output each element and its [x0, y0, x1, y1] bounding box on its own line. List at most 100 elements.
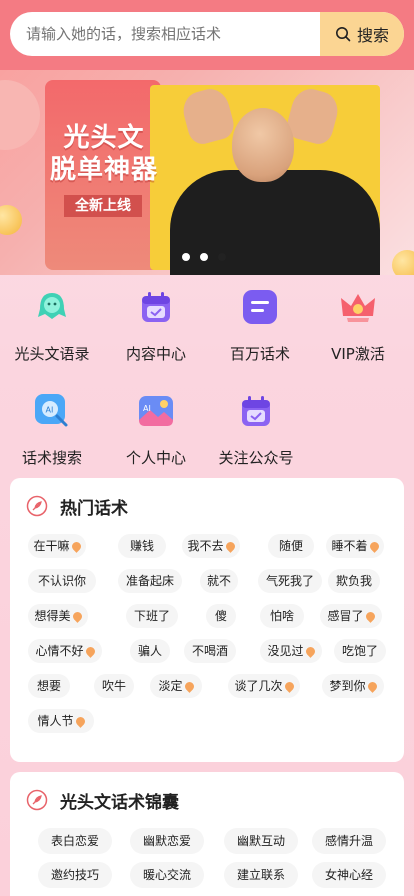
svg-text:AI: AI [143, 404, 151, 413]
hot-tag[interactable]: 淡定 [150, 674, 202, 698]
hot-tag[interactable]: 吹牛 [94, 674, 134, 698]
kit-tag[interactable]: 女神心经 [312, 862, 386, 888]
carousel-dot-active[interactable] [218, 253, 226, 261]
tag-label: 梦到你 [329, 679, 366, 693]
flame-icon [83, 645, 97, 658]
hot-tag[interactable]: 吃饱了 [334, 639, 386, 663]
hot-tag[interactable]: 我不去 [182, 534, 240, 558]
kit-tag[interactable]: 感情升温 [312, 828, 386, 854]
feature-script-search[interactable]: AI 话术搜索 [0, 389, 104, 468]
hot-tag[interactable]: 骗人 [130, 639, 170, 663]
hot-tag[interactable]: 怕啥 [260, 604, 304, 628]
feature-label: 话术搜索 [21, 449, 82, 467]
voice-mascot-icon [30, 285, 74, 329]
hot-tag[interactable]: 傻 [206, 604, 236, 628]
tag-label: 怕啥 [269, 609, 294, 623]
hot-tag[interactable]: 赚钱 [118, 534, 166, 558]
carousel-dot[interactable] [182, 253, 190, 261]
ai-search-icon: AI [30, 389, 74, 433]
kit-tag[interactable]: 邀约技巧 [38, 862, 112, 888]
tag-label: 就不 [206, 574, 231, 588]
flame-icon [282, 680, 296, 693]
feature-label: 内容中心 [125, 345, 186, 363]
decor-ball [392, 250, 414, 275]
tag-label: 睡不着 [331, 539, 368, 553]
tag-label: 赚钱 [129, 539, 154, 553]
script-kit-card: 光头文话术锦囊 表白恋爱 幽默恋爱 幽默互动 感情升温邀约技巧 暖心交流 建立联系 女神心经 [10, 772, 404, 896]
hot-tag[interactable]: 想得美 [28, 604, 88, 628]
hot-tag[interactable]: 准备起床 [118, 569, 182, 593]
feather-icon [26, 495, 48, 517]
tag-label: 情人节 [37, 714, 74, 728]
tag-label: 在干嘛 [33, 539, 70, 553]
promo-banner[interactable]: 光头文 脱单神器 全新上线 [0, 70, 414, 275]
hot-tag[interactable]: 就不 [200, 569, 238, 593]
search-input[interactable] [10, 12, 320, 56]
tag-label: 没见过 [267, 644, 304, 658]
hot-tag[interactable]: 谈了几次 [228, 674, 300, 698]
card-header: 热门话术 [10, 478, 404, 534]
feather-icon [26, 789, 48, 811]
search-icon [335, 27, 351, 42]
chat-icon [238, 285, 282, 329]
kit-tag[interactable]: 暖心交流 [130, 862, 204, 888]
hot-tag[interactable]: 梦到你 [322, 674, 384, 698]
banner-title-line1: 光头文 [63, 123, 145, 153]
feature-quotes[interactable]: 光头文语录 [0, 285, 104, 364]
decor-circle [0, 80, 40, 150]
feature-million-scripts[interactable]: 百万话术 [208, 285, 312, 364]
feature-label: VIP激活 [331, 345, 385, 363]
feature-label: 关注公众号 [218, 449, 294, 467]
hot-tag[interactable]: 不喝酒 [184, 639, 236, 663]
hot-tag[interactable]: 心情不好 [28, 639, 102, 663]
tag-label: 傻 [214, 609, 227, 623]
hot-tag[interactable]: 欺负我 [328, 569, 380, 593]
flame-icon [73, 715, 87, 728]
hot-tag[interactable]: 气死我了 [258, 569, 322, 593]
kit-tag[interactable]: 表白恋爱 [38, 828, 112, 854]
svg-text:AI: AI [46, 406, 54, 415]
feature-follow-account[interactable]: 关注公众号 [204, 389, 308, 468]
flame-icon [303, 645, 317, 658]
hot-tag[interactable]: 情人节 [28, 709, 94, 733]
hot-tag[interactable]: 感冒了 [320, 604, 382, 628]
tag-label: 我不去 [187, 539, 224, 553]
card-header: 光头文话术锦囊 [10, 772, 404, 828]
calendar-icon [134, 285, 178, 329]
hot-tag[interactable]: 想要 [28, 674, 70, 698]
tag-label: 淡定 [158, 679, 183, 693]
banner-tag: 全新上线 [64, 195, 142, 217]
tag-label: 随便 [278, 539, 303, 553]
crown-icon [336, 285, 380, 329]
flame-icon [182, 680, 196, 693]
card-title: 热门话术 [60, 498, 128, 519]
feature-content-center[interactable]: 内容中心 [104, 285, 208, 364]
hot-tag[interactable]: 在干嘛 [28, 534, 86, 558]
hot-tag[interactable]: 下班了 [126, 604, 178, 628]
hot-tag[interactable]: 随便 [268, 534, 314, 558]
hot-tag[interactable]: 没见过 [260, 639, 322, 663]
search-bar: 搜索 [10, 12, 404, 56]
banner-title: 光头文 脱单神器 [46, 122, 162, 186]
card-title: 光头文话术锦囊 [60, 792, 179, 813]
search-button[interactable]: 搜索 [320, 12, 404, 56]
tag-label: 不认识你 [37, 574, 86, 588]
photo-person-head [232, 108, 294, 182]
decor-ball [0, 205, 22, 235]
feature-vip-activate[interactable]: VIP激活 [306, 285, 410, 364]
kit-tag[interactable]: 幽默恋爱 [130, 828, 204, 854]
tag-label: 不喝酒 [191, 644, 228, 658]
kit-tag[interactable]: 建立联系 [224, 862, 298, 888]
carousel-dot[interactable] [200, 253, 208, 261]
flame-icon [69, 540, 83, 553]
feature-personal-center[interactable]: AI 个人中心 [104, 389, 208, 468]
hot-tag[interactable]: 不认识你 [28, 569, 96, 593]
tag-label: 气死我了 [265, 574, 314, 588]
flame-icon [223, 540, 237, 553]
tag-label: 吹牛 [101, 679, 126, 693]
tag-label: 准备起床 [125, 574, 174, 588]
kit-tag[interactable]: 幽默互动 [224, 828, 298, 854]
ai-image-icon: AI [134, 389, 178, 433]
hot-tag[interactable]: 睡不着 [326, 534, 384, 558]
tag-label: 感冒了 [327, 609, 364, 623]
